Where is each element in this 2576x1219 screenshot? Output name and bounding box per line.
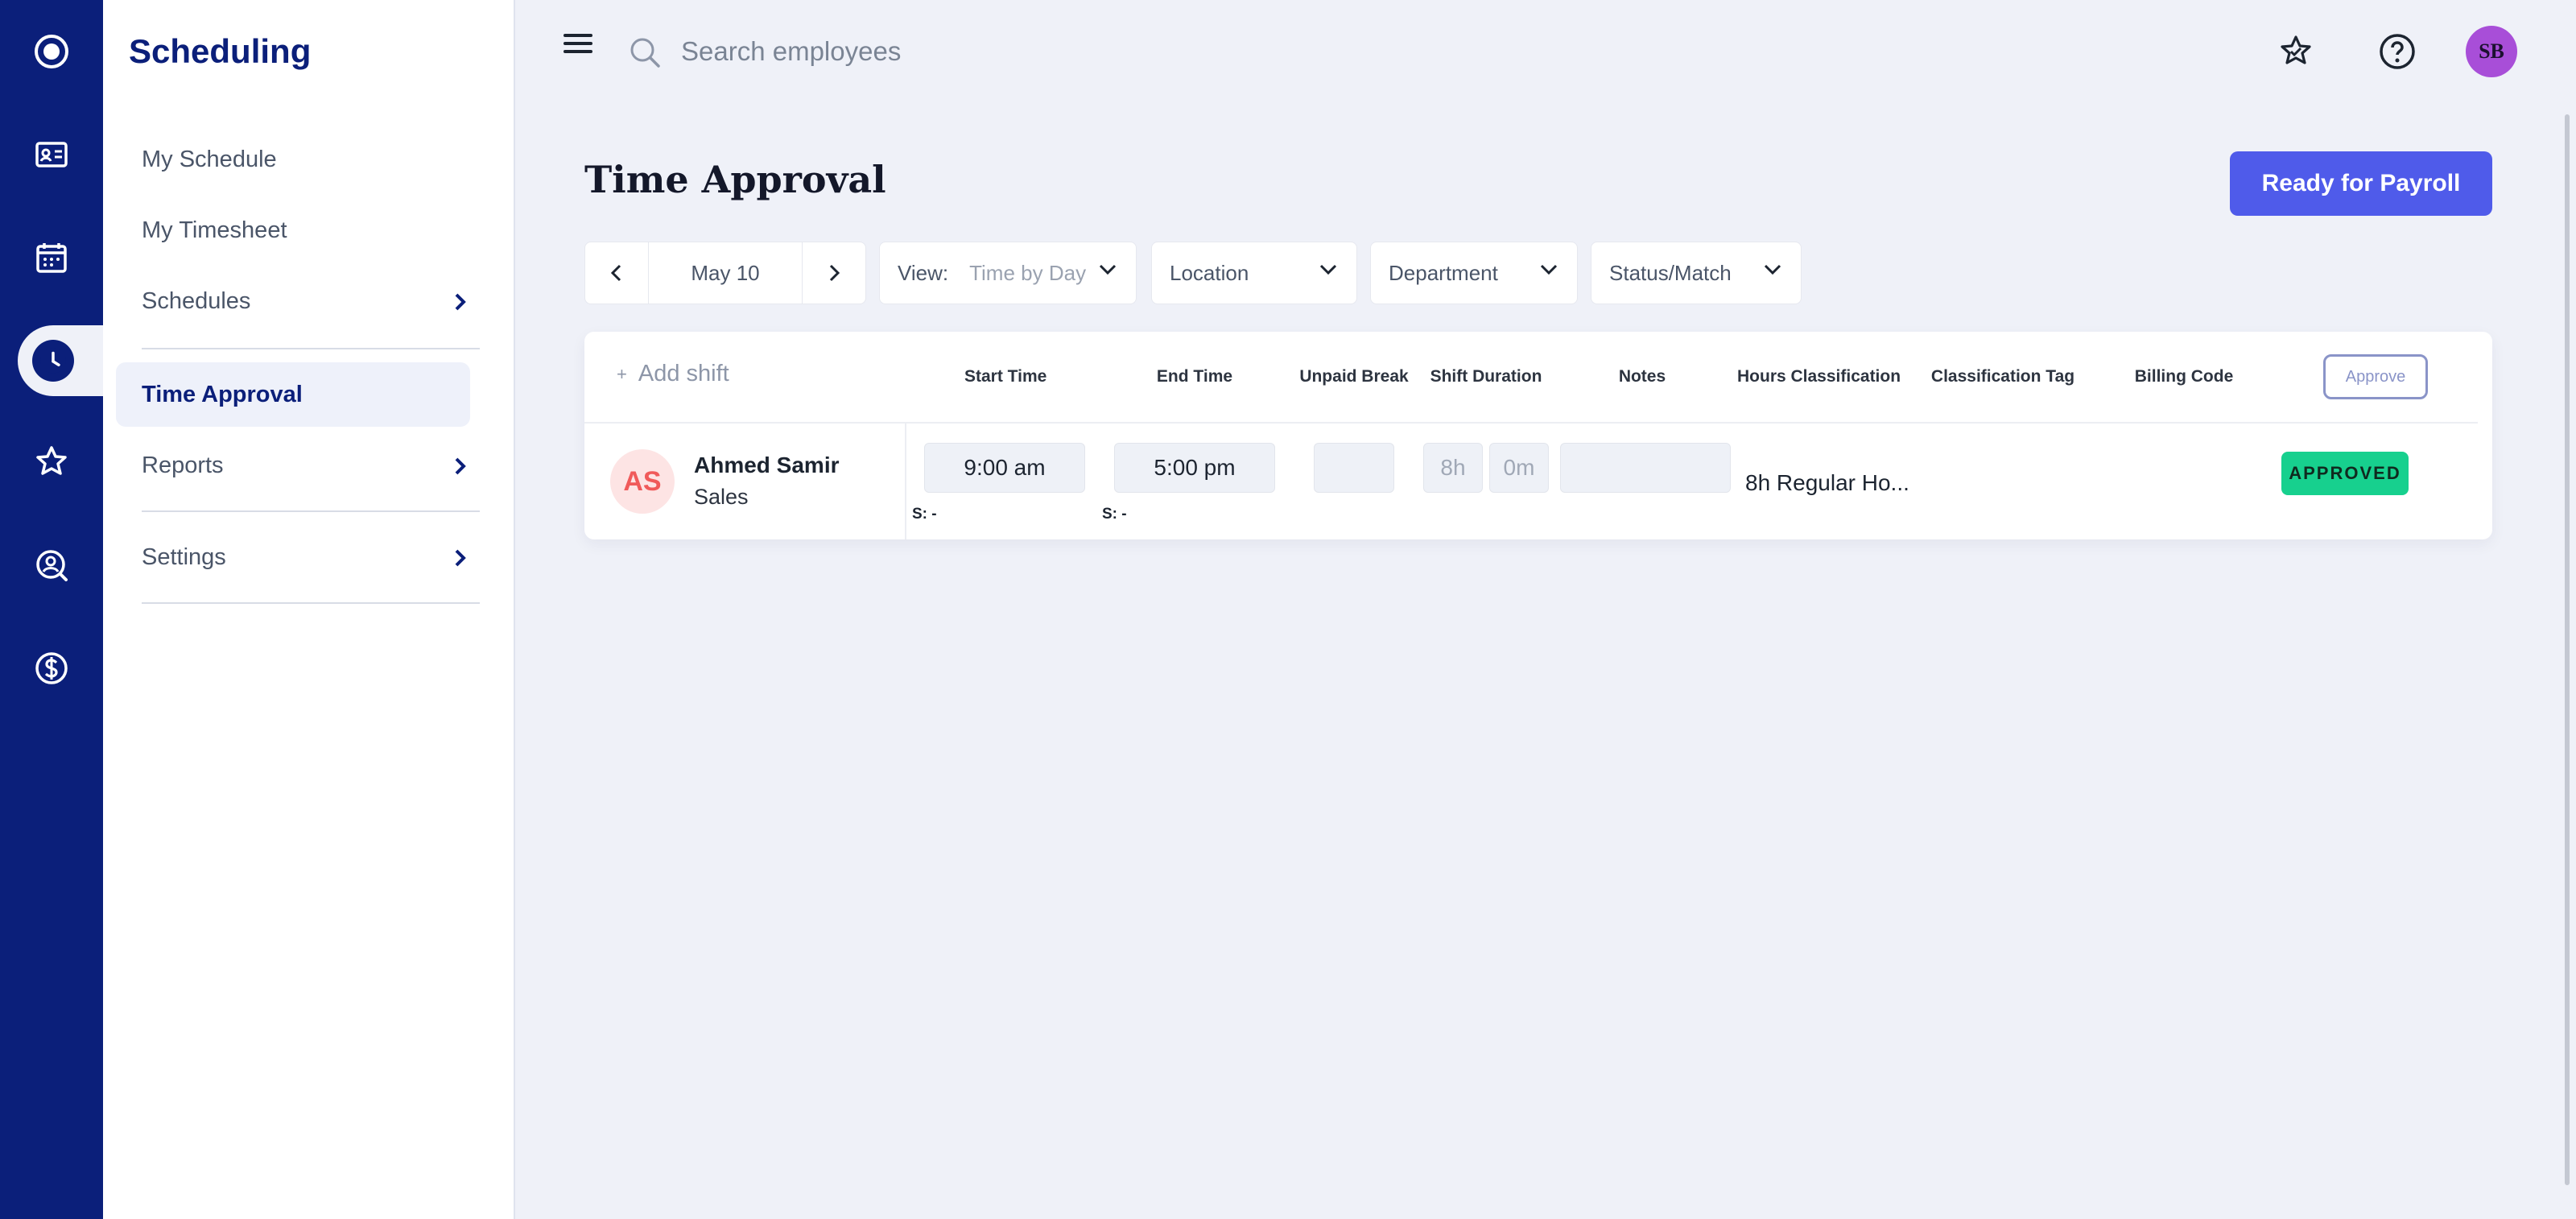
column-header: Shift Duration bbox=[1430, 367, 1542, 386]
user-search-icon[interactable] bbox=[0, 525, 103, 605]
ready-for-payroll-button[interactable]: Ready for Payroll bbox=[2230, 151, 2492, 216]
clock-icon[interactable] bbox=[32, 340, 74, 382]
view-label: View: bbox=[898, 260, 949, 285]
chevron-right-icon bbox=[455, 457, 466, 474]
column-header: Start Time bbox=[964, 367, 1047, 386]
sidebar-title: Scheduling bbox=[129, 32, 312, 70]
plus-icon: + bbox=[617, 363, 627, 384]
help-icon[interactable] bbox=[2378, 32, 2417, 71]
column-header: Classification Tag bbox=[1930, 367, 2075, 386]
dollar-icon[interactable] bbox=[0, 628, 103, 709]
divider bbox=[142, 602, 480, 604]
column-header: End Time bbox=[1156, 367, 1233, 386]
sidebar-item-settings[interactable]: Settings bbox=[142, 544, 477, 571]
view-value: Time by Day bbox=[969, 260, 1087, 285]
current-date[interactable]: May 10 bbox=[648, 242, 803, 304]
star-badge-icon[interactable] bbox=[2277, 32, 2315, 71]
chevron-right-icon bbox=[455, 549, 466, 566]
star-badge-icon[interactable] bbox=[0, 422, 103, 502]
status-badge[interactable]: APPROVED bbox=[2281, 452, 2409, 495]
sidebar-item-label: Settings bbox=[142, 544, 226, 570]
search-input[interactable] bbox=[681, 31, 1245, 72]
sidebar-item-label: My Schedule bbox=[142, 147, 277, 172]
next-date-button[interactable] bbox=[803, 242, 865, 304]
divider bbox=[142, 510, 480, 512]
sidebar-item-schedules[interactable]: Schedules bbox=[142, 288, 477, 315]
menu-icon[interactable] bbox=[564, 34, 592, 58]
sidebar-item-my-timesheet[interactable]: My Timesheet bbox=[142, 217, 477, 244]
sidebar-item-my-schedule[interactable]: My Schedule bbox=[142, 147, 477, 173]
timesheet-table bbox=[584, 332, 2492, 539]
location-label: Location bbox=[1170, 260, 1249, 285]
status-dropdown[interactable]: Status/Match bbox=[1591, 242, 1802, 304]
app-rail bbox=[0, 0, 103, 1219]
sidebar-item-reports[interactable]: Reports bbox=[142, 452, 477, 479]
employee-department: Sales bbox=[694, 485, 749, 509]
scrollbar[interactable] bbox=[2565, 114, 2570, 1185]
sidebar-item-label: Time Approval bbox=[142, 381, 303, 407]
sidebar-item-time-approval[interactable]: Time Approval bbox=[116, 362, 470, 427]
notes-field[interactable] bbox=[1560, 443, 1731, 493]
chevron-left-icon bbox=[610, 264, 621, 282]
chevron-right-icon bbox=[829, 264, 840, 282]
unpaid-break-field[interactable] bbox=[1314, 443, 1394, 493]
add-shift-button[interactable]: + Add shift bbox=[617, 361, 729, 387]
sidebar-item-label: My Timesheet bbox=[142, 217, 287, 243]
divider bbox=[905, 424, 906, 539]
prev-date-button[interactable] bbox=[585, 242, 648, 304]
column-header: Unpaid Break bbox=[1299, 367, 1409, 386]
column-header: Billing Code bbox=[2134, 367, 2234, 386]
sidebar-item-label: Schedules bbox=[142, 288, 251, 314]
add-shift-label: Add shift bbox=[638, 361, 729, 386]
duration-minutes-field[interactable]: 0m bbox=[1489, 443, 1549, 493]
duration-hours-field[interactable]: 8h bbox=[1423, 443, 1483, 493]
approve-all-button[interactable]: Approve bbox=[2323, 354, 2428, 399]
start-time-scheduled: S: - bbox=[912, 506, 937, 523]
divider bbox=[584, 422, 2478, 424]
employee-avatar: AS bbox=[610, 449, 675, 514]
department-dropdown[interactable]: Department bbox=[1370, 242, 1578, 304]
divider bbox=[142, 348, 480, 349]
chevron-right-icon bbox=[455, 293, 466, 310]
chevron-down-icon bbox=[1764, 264, 1781, 275]
column-header: Hours Classification bbox=[1737, 367, 1901, 386]
sidebar: Scheduling My Schedule My Timesheet Sche… bbox=[103, 0, 515, 1219]
calendar-icon[interactable] bbox=[0, 217, 103, 298]
department-label: Department bbox=[1389, 260, 1498, 285]
page-title: Time Approval bbox=[584, 158, 886, 201]
start-time-field[interactable]: 9:00 am bbox=[924, 443, 1085, 493]
avatar[interactable]: SB bbox=[2466, 26, 2517, 77]
chevron-down-icon bbox=[1540, 264, 1558, 275]
location-dropdown[interactable]: Location bbox=[1151, 242, 1357, 304]
view-dropdown[interactable]: View: Time by Day bbox=[879, 242, 1137, 304]
search-icon bbox=[630, 38, 660, 68]
column-header: Notes bbox=[1618, 367, 1666, 386]
end-time-field[interactable]: 5:00 pm bbox=[1114, 443, 1275, 493]
contact-card-icon[interactable] bbox=[0, 114, 103, 195]
hours-classification[interactable]: 8h Regular Ho... bbox=[1745, 470, 1909, 496]
status-label: Status/Match bbox=[1609, 260, 1732, 285]
chevron-down-icon bbox=[1319, 264, 1337, 275]
logo-icon[interactable] bbox=[0, 11, 103, 92]
date-navigator: May 10 bbox=[584, 242, 866, 304]
chevron-down-icon bbox=[1099, 264, 1117, 275]
sidebar-item-label: Reports bbox=[142, 452, 224, 478]
employee-name[interactable]: Ahmed Samir bbox=[694, 452, 840, 478]
end-time-scheduled: S: - bbox=[1102, 506, 1127, 523]
